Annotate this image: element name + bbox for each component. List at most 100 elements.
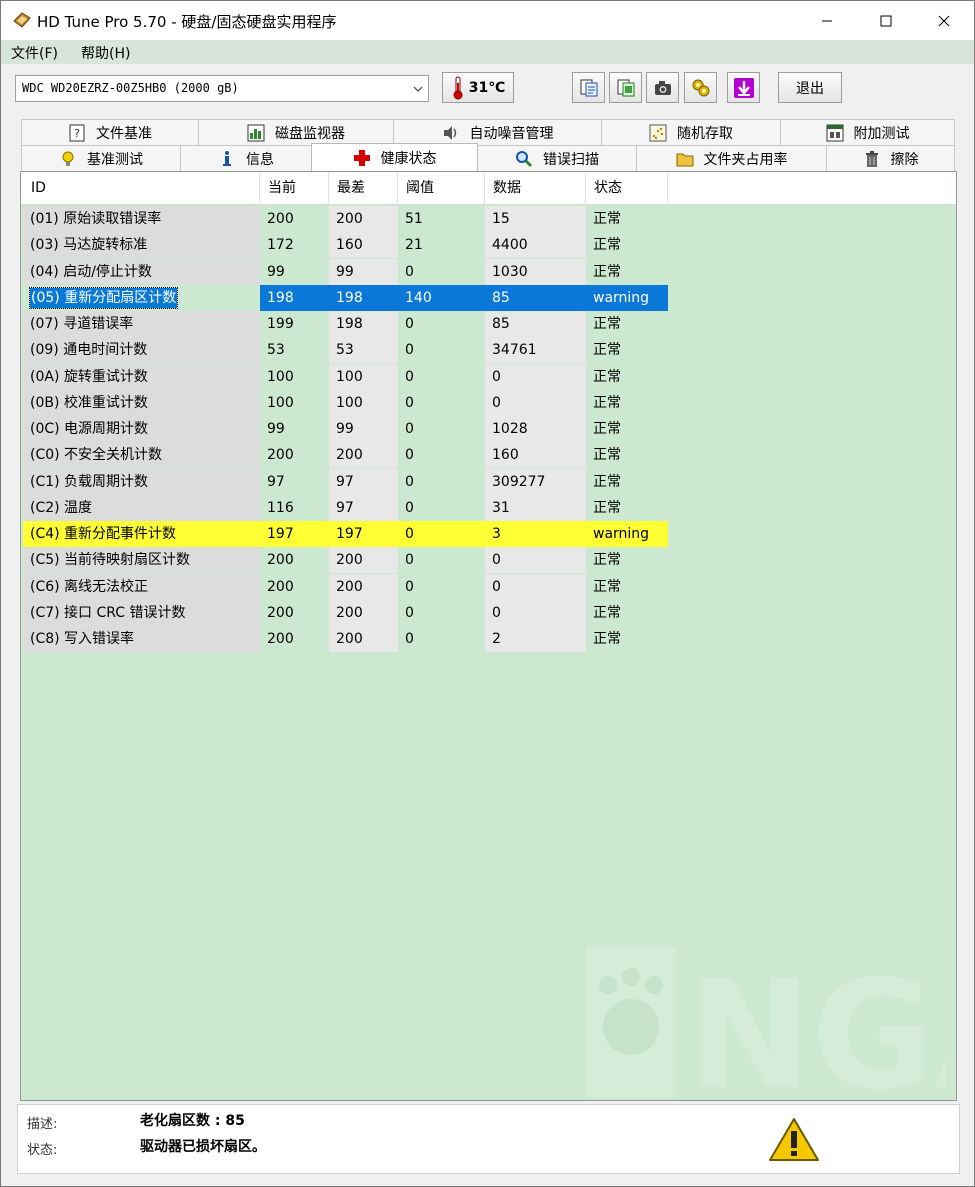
table-row[interactable]: (0C) 电源周期计数 99 99 0 1028 正常 [23, 416, 668, 442]
table-row[interactable]: (0B) 校准重试计数 100 100 0 0 正常 [23, 389, 668, 416]
tab-error-scan[interactable]: 错误扫描 [477, 145, 637, 171]
menu-file[interactable]: 文件(F) [11, 43, 58, 63]
cell-id: (07) 寻道错误率 [23, 311, 260, 337]
cell-worst: 99 [329, 416, 398, 442]
status-label: 状态: [27, 1143, 58, 1158]
col-header-status[interactable]: 状态 [586, 172, 668, 205]
cell-id-text: (07) 寻道错误率 [30, 316, 134, 332]
tab-label: 擦除 [890, 151, 919, 168]
tab-info[interactable]: 信息 [180, 145, 312, 171]
close-button[interactable] [915, 1, 973, 40]
cell-threshold: 0 [398, 626, 485, 652]
table-row[interactable]: (C7) 接口 CRC 错误计数 200 200 0 0 正常 [23, 599, 668, 626]
table-row[interactable]: (04) 启动/停止计数 99 99 0 1030 正常 [23, 258, 668, 285]
tab-disk-monitor[interactable]: 磁盘监视器 [198, 119, 394, 145]
col-header-data[interactable]: 数据 [485, 172, 586, 205]
extra-tests-icon [826, 124, 843, 141]
copy-screenshot-button[interactable] [609, 72, 642, 103]
table-row[interactable]: (05) 重新分配扇区计数 198 198 140 85 warning [23, 284, 668, 311]
svg-text:?: ? [74, 127, 80, 140]
cell-worst: 200 [329, 442, 398, 469]
cell-id: (C5) 当前待映射扇区计数 [23, 547, 260, 574]
cell-threshold: 0 [398, 416, 485, 442]
drive-select[interactable]: WDC WD20EZRZ-00Z5HB0 (2000 gB) [15, 75, 429, 102]
menu-help[interactable]: 帮助(H) [81, 43, 130, 63]
settings-icon [692, 79, 709, 96]
tab-label: 磁盘监视器 [275, 125, 345, 142]
cell-threshold: 140 [398, 284, 485, 311]
table-row[interactable]: (C0) 不安全关机计数 200 200 0 160 正常 [23, 442, 668, 469]
tab-label: 附加测试 [853, 125, 910, 142]
col-header-id[interactable]: ID [23, 172, 260, 205]
cell-worst: 200 [329, 626, 398, 652]
copy-text-button[interactable] [572, 72, 605, 103]
watermark-text: NGA [686, 949, 946, 1097]
tab-label: 基准测试 [87, 151, 143, 168]
table-row[interactable]: (03) 马达旋转标准 172 160 21 4400 正常 [23, 232, 668, 259]
cell-current: 200 [260, 573, 329, 600]
cell-id: (0C) 电源周期计数 [23, 416, 260, 442]
folder-icon [676, 153, 693, 166]
cell-current: 200 [260, 547, 329, 574]
file-benchmark-icon: ? [69, 124, 85, 141]
cell-id: (09) 通电时间计数 [23, 337, 260, 364]
tab-health[interactable]: 健康状态 [311, 143, 478, 171]
cell-threshold: 21 [398, 232, 485, 259]
cell-current: 100 [260, 389, 329, 416]
tab-random-access[interactable]: 随机存取 [601, 119, 781, 145]
screenshot-button[interactable] [646, 72, 679, 103]
cell-id-text: (C6) 离线无法校正 [30, 578, 149, 595]
cell-worst: 99 [329, 258, 398, 285]
cell-current: 99 [260, 258, 329, 285]
table-row[interactable]: (0A) 旋转重试计数 100 100 0 0 正常 [23, 363, 668, 390]
cell-threshold: 0 [398, 494, 485, 521]
tab-erase[interactable]: 擦除 [826, 145, 955, 171]
cell-id: (C8) 写入错误率 [23, 626, 260, 652]
cell-worst: 100 [329, 363, 398, 390]
table-row[interactable]: (C4) 重新分配事件计数 197 197 0 3 warning [23, 521, 668, 547]
maximize-icon [880, 15, 892, 26]
table-row[interactable]: (C2) 温度 116 97 0 31 正常 [23, 494, 668, 521]
cell-data: 15 [485, 206, 586, 232]
minimize-icon [822, 20, 832, 21]
tab-extra-tests[interactable]: 附加测试 [780, 119, 955, 145]
toolbar: WDC WD20EZRZ-00Z5HB0 (2000 gB) 31℃ 退出 [1, 64, 974, 116]
cell-status: 正常 [586, 599, 668, 626]
table-row[interactable]: (09) 通电时间计数 53 53 0 34761 正常 [23, 337, 668, 364]
cell-status: 正常 [586, 337, 668, 364]
watermark-logo: NGA [586, 947, 946, 1097]
cell-status: 正常 [586, 206, 668, 232]
cell-current: 198 [260, 284, 329, 311]
cell-worst: 53 [329, 337, 398, 364]
table-row[interactable]: (C1) 负载周期计数 97 97 0 309277 正常 [23, 468, 668, 495]
cell-id-text: (0B) 校准重试计数 [30, 394, 148, 411]
table-row[interactable]: (07) 寻道错误率 199 198 0 85 正常 [23, 311, 668, 337]
tab-file-benchmark[interactable]: ? 文件基准 [21, 119, 199, 145]
cell-id-text: (09) 通电时间计数 [30, 342, 148, 359]
col-header-current[interactable]: 当前 [260, 172, 329, 205]
settings-button[interactable] [684, 72, 717, 103]
drive-select-value: WDC WD20EZRZ-00Z5HB0 (2000 gB) [22, 81, 239, 95]
exit-button[interactable]: 退出 [778, 72, 842, 103]
table-row[interactable]: (C5) 当前待映射扇区计数 200 200 0 0 正常 [23, 547, 668, 574]
minimize-button[interactable] [798, 1, 856, 40]
cell-data: 85 [485, 284, 586, 311]
cell-data: 85 [485, 311, 586, 337]
tab-folder-usage[interactable]: 文件夹占用率 [636, 145, 827, 171]
tab-noise-management[interactable]: 自动噪音管理 [393, 119, 602, 145]
col-header-worst[interactable]: 最差 [329, 172, 398, 205]
tab-benchmark[interactable]: 基准测试 [21, 145, 181, 171]
col-header-threshold[interactable]: 阈值 [398, 172, 485, 205]
cell-worst: 200 [329, 599, 398, 626]
cell-status: 正常 [586, 547, 668, 574]
maximize-button[interactable] [857, 1, 915, 40]
cell-id: (C0) 不安全关机计数 [23, 442, 260, 469]
cell-status: 正常 [586, 416, 668, 442]
table-row[interactable]: (C8) 写入错误率 200 200 0 2 正常 [23, 626, 668, 652]
cell-data: 160 [485, 442, 586, 469]
cell-id-text: (05) 重新分配扇区计数 [28, 286, 179, 309]
save-button[interactable] [727, 72, 760, 103]
table-row[interactable]: (C6) 离线无法校正 200 200 0 0 正常 [23, 573, 668, 600]
table-row[interactable]: (01) 原始读取错误率 200 200 51 15 正常 [23, 206, 668, 232]
cell-status: 正常 [586, 442, 668, 469]
